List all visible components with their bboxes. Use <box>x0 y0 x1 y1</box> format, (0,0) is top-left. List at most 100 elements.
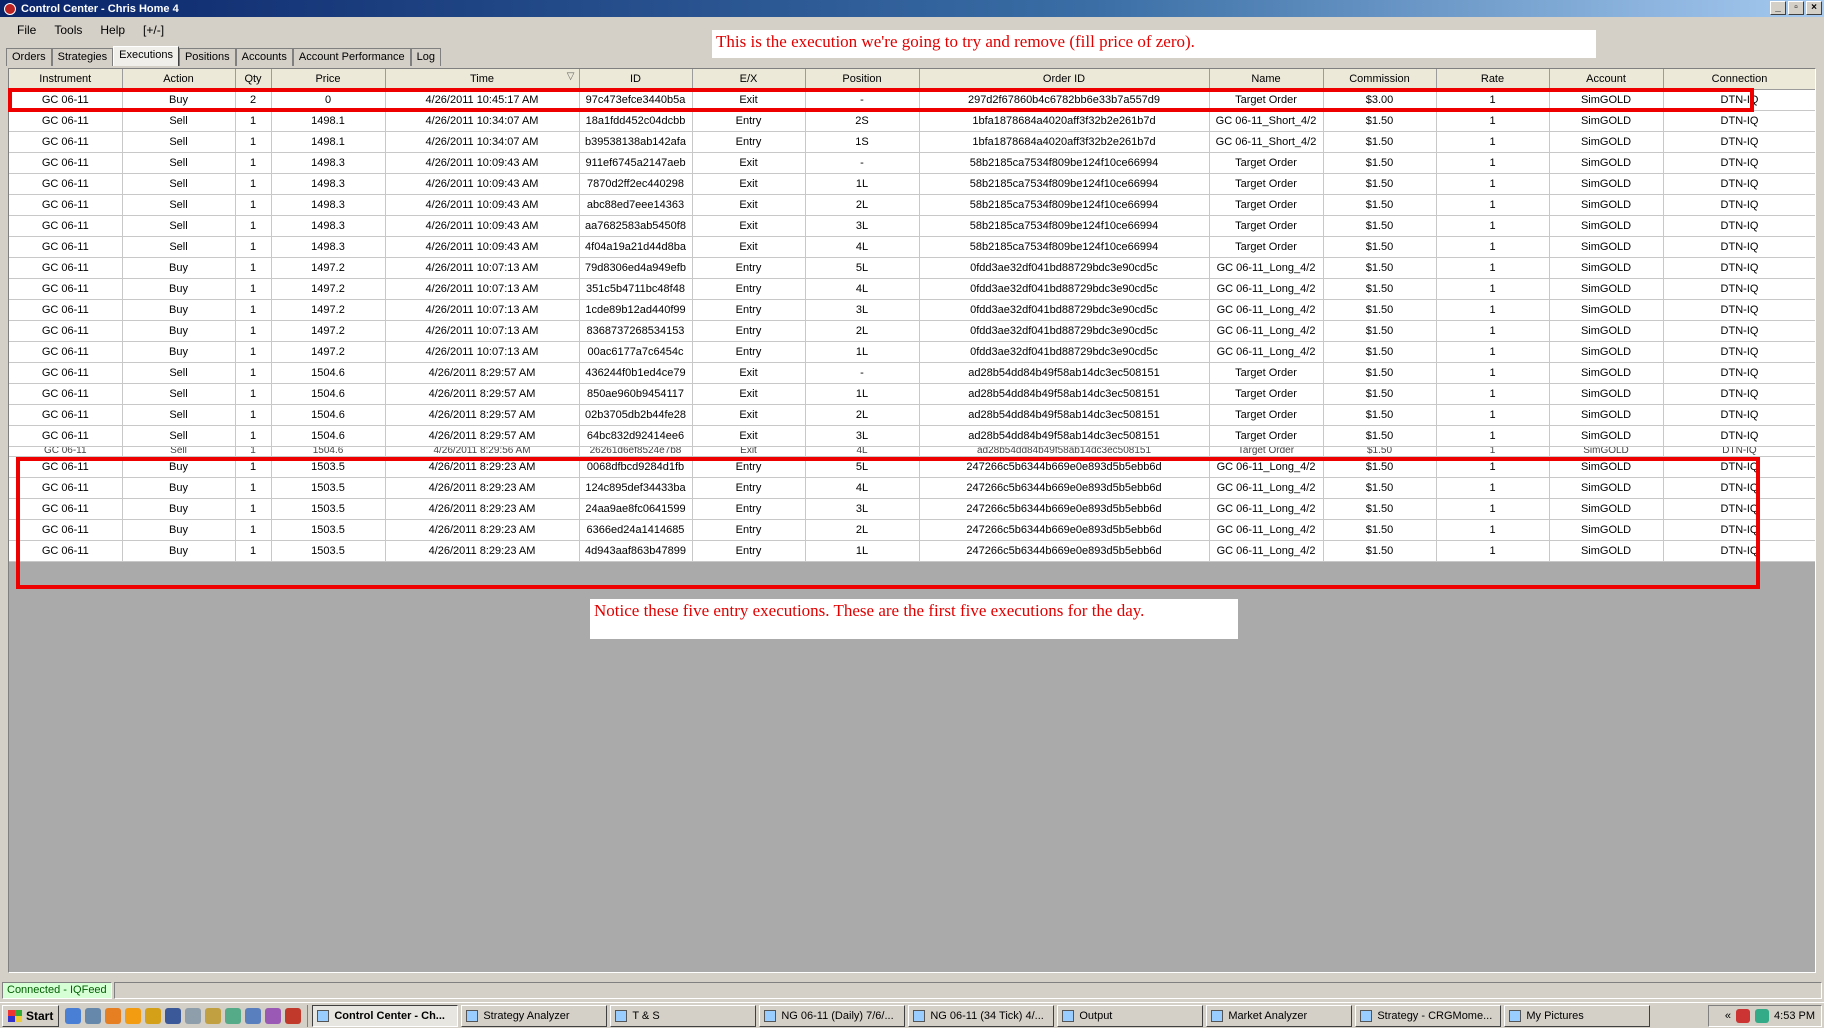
cell-e-x: Entry <box>692 477 806 499</box>
cell-time: 4/26/2011 10:34:07 AM <box>385 131 580 153</box>
executions-grid[interactable]: Instrument Action Qty Price Time ▽ ID E/X Positi… <box>8 68 1816 973</box>
menu-help[interactable]: Help <box>91 23 134 37</box>
cell-instrument: GC 06-11 <box>9 320 123 342</box>
table-row[interactable]: GC 06-11 Buy 1 1497.2 4/26/2011 10:07:13 AM 8… <box>9 320 1815 342</box>
ninjatrader-icon <box>4 2 16 15</box>
table-row[interactable]: GC 06-11 Buy 1 1497.2 4/26/2011 10:07:13 AM 3… <box>9 278 1815 300</box>
column-header-instrument[interactable]: Instrument <box>9 69 123 90</box>
column-header-order-id[interactable]: Order ID <box>919 69 1210 90</box>
cell-account: SimGOLD <box>1549 477 1664 499</box>
menu-tools[interactable]: Tools <box>45 23 91 37</box>
cell-instrument: GC 06-11 <box>9 194 123 216</box>
antivirus-icon[interactable] <box>1736 1009 1751 1023</box>
menu-expand-toggle[interactable]: [+/-] <box>134 23 173 37</box>
cell-instrument: GC 06-11 <box>9 257 123 279</box>
cell-account: SimGOLD <box>1549 362 1664 384</box>
ie-icon[interactable] <box>65 1007 82 1024</box>
taskbar-button-output[interactable]: Output <box>1057 1004 1204 1027</box>
table-row[interactable]: GC 06-11 Sell 1 1504.6 4/26/2011 8:29:57 AM 0… <box>9 404 1815 426</box>
column-header-action[interactable]: Action <box>122 69 236 90</box>
cell-order-id: 0fdd3ae32df041bd88729bdc3e90cd5c <box>919 257 1210 279</box>
table-row[interactable]: GC 06-11 Sell 1 1498.1 4/26/2011 10:34:07 AM… <box>9 110 1815 132</box>
table-row[interactable]: GC 06-11 Sell 1 1504.6 4/26/2011 8:29:56 AM 2… <box>9 446 1815 457</box>
column-header-rate[interactable]: Rate <box>1436 69 1550 90</box>
app-icon[interactable] <box>225 1007 242 1024</box>
table-row[interactable]: GC 06-11 Buy 1 1503.5 4/26/2011 8:29:23 AM 24… <box>9 498 1815 520</box>
tab-log[interactable]: Log <box>410 48 441 66</box>
table-row[interactable]: GC 06-11 Sell 1 1504.6 4/26/2011 8:29:57 AM 8… <box>9 383 1815 405</box>
close-button[interactable]: × <box>1806 1 1822 15</box>
table-row[interactable]: GC 06-11 Sell 1 1498.1 4/26/2011 10:34:07 AM… <box>9 131 1815 153</box>
minimize-button[interactable]: _ <box>1770 1 1786 15</box>
table-row[interactable]: GC 06-11 Buy 1 1497.2 4/26/2011 10:07:13 AM 0… <box>9 341 1815 363</box>
taskbar-button-strategy-analyzer[interactable]: Strategy Analyzer <box>461 1004 608 1027</box>
column-header-time[interactable]: Time ▽ <box>385 69 580 90</box>
column-header-price[interactable]: Price <box>271 69 386 90</box>
table-row[interactable]: GC 06-11 Buy 1 1497.2 4/26/2011 10:07:13 AM 1… <box>9 299 1815 321</box>
tray-expand-chevron[interactable]: « <box>1725 1010 1731 1022</box>
start-button[interactable]: Start <box>2 1004 60 1027</box>
cell-order-id: 0fdd3ae32df041bd88729bdc3e90cd5c <box>919 320 1210 342</box>
column-header-name[interactable]: Name <box>1209 69 1324 90</box>
taskbar-button-label: Market Analyzer <box>1228 1009 1308 1022</box>
column-header-qty[interactable]: Qty <box>235 69 272 90</box>
table-row[interactable]: GC 06-11 Buy 1 1503.5 4/26/2011 8:29:23 AM 63… <box>9 519 1815 541</box>
taskbar-button-ng-06-11-34-tick-4[interactable]: NG 06-11 (34 Tick) 4/... <box>908 1004 1055 1027</box>
notepad-icon[interactable] <box>165 1007 182 1024</box>
table-row[interactable]: GC 06-11 Sell 1 1498.3 4/26/2011 10:09:43 AM… <box>9 173 1815 195</box>
tab-account-performance[interactable]: Account Performance <box>292 48 411 66</box>
show-desktop-icon[interactable] <box>85 1007 102 1024</box>
firefox-icon[interactable] <box>105 1007 122 1024</box>
column-header-connection[interactable]: Connection <box>1663 69 1815 90</box>
clock[interactable]: 4:53 PM <box>1774 1010 1815 1022</box>
network-icon[interactable] <box>1755 1009 1770 1023</box>
table-row[interactable]: GC 06-11 Sell 1 1498.3 4/26/2011 10:09:43 AM… <box>9 194 1815 216</box>
table-row[interactable]: GC 06-11 Buy 1 1503.5 4/26/2011 8:29:23 AM 00… <box>9 456 1815 478</box>
taskbar-button-market-analyzer[interactable]: Market Analyzer <box>1206 1004 1353 1027</box>
taskbar-button-control-center-ch[interactable]: Control Center - Ch... <box>312 1004 459 1027</box>
tab-strategies[interactable]: Strategies <box>51 48 114 66</box>
cell-id: 79d8306ed4a949efb <box>579 257 693 279</box>
cell-instrument: GC 06-11 <box>9 519 123 541</box>
cell-rate: 1 <box>1436 257 1550 279</box>
column-header-commission[interactable]: Commission <box>1323 69 1437 90</box>
vlc-icon[interactable] <box>125 1007 142 1024</box>
window-icon <box>466 1009 479 1022</box>
tab-accounts[interactable]: Accounts <box>235 48 293 66</box>
table-row[interactable]: GC 06-11 Buy 1 1497.2 4/26/2011 10:07:13 AM 7… <box>9 257 1815 279</box>
tab-orders[interactable]: Orders <box>6 48 52 66</box>
table-row[interactable]: GC 06-11 Buy 1 1503.5 4/26/2011 8:29:23 AM 4d… <box>9 540 1815 562</box>
column-header-position[interactable]: Position <box>805 69 920 90</box>
taskbar-button-t-s[interactable]: T & S <box>610 1004 757 1027</box>
cell-commission: $1.50 <box>1323 173 1437 195</box>
cell-action: Buy <box>122 477 236 499</box>
column-header-id[interactable]: ID <box>579 69 693 90</box>
table-row[interactable]: GC 06-11 Buy 2 0 4/26/2011 10:45:17 AM 97c473… <box>9 89 1815 111</box>
table-row[interactable]: GC 06-11 Sell 1 1498.3 4/26/2011 10:09:43 AM… <box>9 215 1815 237</box>
cell-qty: 1 <box>235 404 272 426</box>
outlook-icon[interactable] <box>245 1007 262 1024</box>
app-icon[interactable] <box>205 1007 222 1024</box>
tab-executions[interactable]: Executions <box>113 46 179 66</box>
cell-price: 1503.5 <box>271 540 386 562</box>
app-icon[interactable] <box>265 1007 282 1024</box>
table-row[interactable]: GC 06-11 Buy 1 1503.5 4/26/2011 8:29:23 AM 12… <box>9 477 1815 499</box>
column-header-account[interactable]: Account <box>1549 69 1664 90</box>
cell-time: 4/26/2011 8:29:23 AM <box>385 519 580 541</box>
cell-position: 3L <box>805 215 920 237</box>
ninjatrader-icon[interactable] <box>285 1007 302 1024</box>
cell-connection: DTN-IQ <box>1663 257 1815 279</box>
tab-positions[interactable]: Positions <box>178 48 236 66</box>
taskbar-button-my-pictures[interactable]: My Pictures <box>1504 1004 1651 1027</box>
app-icon[interactable] <box>145 1007 162 1024</box>
table-row[interactable]: GC 06-11 Sell 1 1498.3 4/26/2011 10:09:43 AM… <box>9 236 1815 258</box>
table-row[interactable]: GC 06-11 Sell 1 1498.3 4/26/2011 10:09:43 AM… <box>9 152 1815 174</box>
taskbar-button-strategy-crgmome[interactable]: Strategy - CRGMome... <box>1355 1004 1502 1027</box>
maximize-button[interactable]: ▫ <box>1788 1 1804 15</box>
table-row[interactable]: GC 06-11 Sell 1 1504.6 4/26/2011 8:29:57 AM 6… <box>9 425 1815 447</box>
taskbar-button-ng-06-11-daily-7-6[interactable]: NG 06-11 (Daily) 7/6/... <box>759 1004 906 1027</box>
table-row[interactable]: GC 06-11 Sell 1 1504.6 4/26/2011 8:29:57 AM 4… <box>9 362 1815 384</box>
column-header-e-x[interactable]: E/X <box>692 69 806 90</box>
menu-file[interactable]: File <box>8 23 45 37</box>
calculator-icon[interactable] <box>185 1007 202 1024</box>
